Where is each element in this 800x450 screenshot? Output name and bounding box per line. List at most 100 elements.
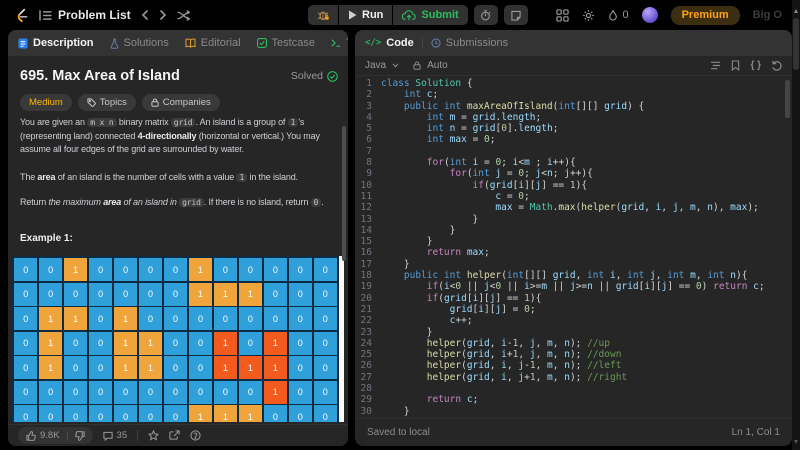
grid-cell: 1 [38,356,63,379]
grid-cell: 0 [63,380,88,404]
comments-button[interactable]: 35 [102,430,127,441]
history-clock-icon [431,38,441,48]
submit-button-label: Submit [421,9,459,21]
grid-cell: 0 [14,380,38,404]
description-scrollbar[interactable] [342,126,346,261]
grid-cell: 0 [263,258,288,281]
lock-icon [413,61,421,70]
grid-cell: 0 [313,380,337,404]
notes-button[interactable] [503,5,528,25]
description-icon [18,38,28,48]
grid-cell: 0 [113,282,138,306]
layout-icon[interactable] [556,8,570,22]
tab-testcase-label: Testcase [271,37,315,49]
grid-cell: 0 [188,356,213,379]
scroll-up-arrow[interactable] [793,9,798,13]
companies-label: Companies [162,97,211,108]
dislike-button[interactable] [74,430,85,441]
autocomplete-label[interactable]: Auto [427,60,448,71]
scroll-down-arrow[interactable] [793,440,798,444]
share-button[interactable] [169,430,180,441]
premium-button[interactable]: Premium [670,5,740,25]
grid-cell: 1 [113,331,138,355]
tab-submissions[interactable]: Submissions [431,37,508,49]
user-avatar[interactable] [641,7,658,23]
thumbs-down-icon [74,430,85,441]
grid-cell: 0 [163,331,188,355]
image-edge [339,256,344,422]
help-button[interactable] [190,430,201,441]
language-selector[interactable]: Java [365,60,386,71]
code-line: 14 } [360,224,456,236]
chevron-down-icon [392,63,399,68]
grid-cell: 0 [138,258,163,281]
big-o-promo[interactable]: Big O [753,9,782,21]
problem-title: 695. Max Area of Island [20,68,180,84]
editor-panel: </> Code Submissions Java Auto { } 1 cla… [355,30,792,446]
topics-badge[interactable]: Topics [77,94,136,111]
tab-description[interactable]: Description [18,37,94,49]
code-line: 13 } [360,213,479,225]
premium-label: Premium [681,9,729,21]
code-line: 29 return c; [360,394,479,406]
favorite-button[interactable] [148,430,160,441]
description-paragraph: You are given an m x n binary matrix gri… [20,117,320,154]
daily-streak[interactable]: 0 [608,9,629,21]
reset-code-icon[interactable] [771,60,782,71]
comment-icon [102,431,113,441]
tab-testcase[interactable]: Testcase [256,37,315,49]
grid-cell: 0 [163,282,188,306]
grid-cell: 1 [188,282,213,306]
timer-button[interactable] [473,5,498,25]
code-line: 18 public int helper(int[][] grid, int i… [360,270,748,282]
window-scrollbar[interactable] [792,0,800,450]
code-line: 2 int c; [366,89,439,101]
checkbox-icon [256,38,267,48]
bracket-matching-icon[interactable]: { } [750,60,761,71]
grid-cell: 1 [63,307,88,330]
like-button[interactable]: 9.8K [26,430,60,441]
grid-cell: 0 [238,307,263,330]
code-line: 25 helper(grid, i +1, j, m, n); //down [360,349,622,361]
editor-scrollbar[interactable] [785,80,790,118]
companies-badge[interactable]: Companies [141,94,220,111]
code-line: 1 class Solution { [366,78,473,89]
code-editor[interactable]: 1 class Solution {2 int c; 3 public int ma… [355,76,792,418]
grid-cell: 0 [38,258,63,281]
grid-cell: 0 [288,331,313,355]
prev-problem-icon[interactable] [141,10,149,20]
cursor-position[interactable]: Ln 1, Col 1 [732,427,780,438]
format-code-icon[interactable] [710,61,721,70]
grid-cell: 0 [88,258,113,281]
tab-solutions[interactable]: Solutions [110,37,169,49]
tab-test-result[interactable]: Test Result [331,37,348,49]
leetcode-logo-icon[interactable] [14,7,29,24]
tab-editorial[interactable]: Editorial [185,37,241,49]
tab-solutions-label: Solutions [123,37,169,49]
grid-cell: 1 [213,405,238,422]
settings-gear-icon[interactable] [582,9,595,22]
code-line: 12 max = Math. max(helper(grid, i, j, m, … [360,202,759,214]
grid-cell: 0 [88,405,113,422]
bookmark-icon[interactable] [731,60,740,71]
run-button[interactable]: Run [339,5,393,25]
grid-cell: 1 [213,331,238,355]
streak-count: 0 [622,9,629,21]
code-line: 9 for(int j = 0; j < n; j ++){ [366,168,593,180]
scrollbar-thumb[interactable] [793,18,799,70]
submit-button[interactable]: Submit [393,5,468,25]
next-problem-icon[interactable] [159,10,167,20]
code-line: 10 if(grid[i][j] == 1){ [360,179,588,191]
shuffle-icon[interactable] [177,9,190,21]
grid-cell: 0 [14,258,38,281]
code-line: 5 int n = grid[0]. length; [366,123,559,135]
tab-code[interactable]: </> Code [365,37,414,49]
problem-list-button[interactable]: Problem List [39,8,131,22]
grid-cell: 1 [38,331,63,355]
grid-cell: 0 [38,282,63,306]
grid-cell: 0 [163,258,188,281]
debugger-button[interactable] [308,5,338,25]
example-grid-image: 0010000100000000000011100001101000000000… [12,256,344,422]
difficulty-badge[interactable]: Medium [20,94,72,111]
play-icon [349,10,357,20]
